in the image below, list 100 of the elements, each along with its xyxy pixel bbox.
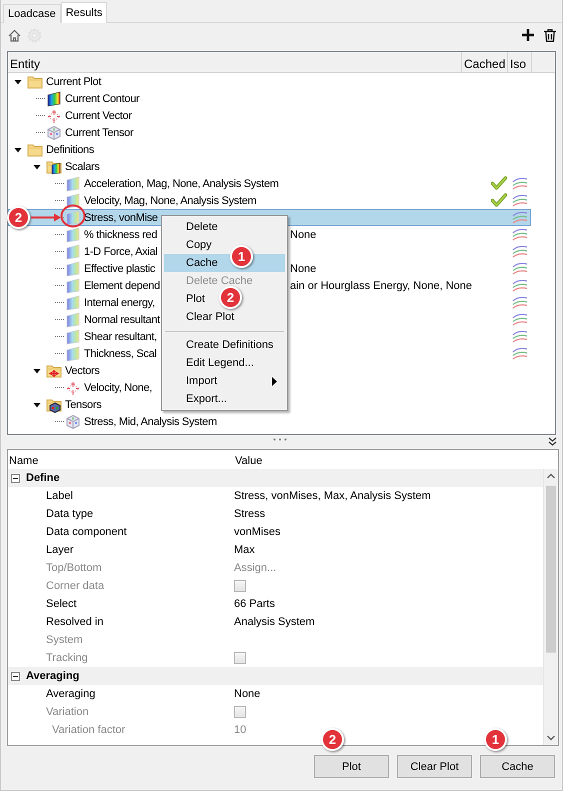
iso-lines-icon	[512, 211, 528, 224]
highlight-ring	[60, 204, 86, 228]
action-button[interactable]: Plot	[314, 755, 389, 778]
tree-item[interactable]: Acceleration, Mag, None, Analysis System	[84, 178, 279, 190]
iso-lines-icon	[512, 262, 528, 275]
property-name: Variation factor	[51, 724, 126, 736]
property-value[interactable]: Stress, vonMises, Max, Analysis System	[234, 490, 431, 502]
group-title: Averaging	[26, 670, 80, 682]
tree-item[interactable]: Stress, vonMise	[84, 212, 158, 224]
contour-icon	[46, 90, 62, 106]
tree-item[interactable]: Effective plastic	[84, 262, 156, 274]
property-value[interactable]: 66 Parts	[234, 598, 275, 610]
submenu-arrow-icon	[272, 377, 277, 386]
menu-item[interactable]: Cache	[186, 257, 218, 269]
column-header[interactable]: Cached	[462, 52, 508, 72]
menu-item[interactable]: Delete	[186, 221, 218, 233]
gradient-icon	[65, 244, 81, 260]
column-header[interactable]: Value	[235, 454, 262, 466]
tree-item[interactable]: Velocity, Mag, None, Analysis System	[84, 194, 256, 206]
add-icon[interactable]	[522, 29, 534, 41]
column-header[interactable]: Name	[8, 454, 235, 466]
gradient-icon	[65, 312, 81, 328]
tree-item[interactable]: 1-D Force, Axial	[84, 246, 158, 258]
action-button[interactable]: Cache	[480, 755, 555, 778]
tree-item[interactable]: Stress, Mid, Analysis System	[84, 416, 217, 428]
iso-lines-icon	[512, 177, 528, 190]
menu-item[interactable]: Clear Plot	[186, 311, 234, 323]
tree-item-text: ain or Hourglass Energy, None, None	[290, 280, 472, 292]
folder-icon	[27, 142, 43, 158]
tree-item[interactable]: Shear resultant,	[84, 330, 157, 342]
property-value[interactable]: Max	[234, 544, 255, 556]
property-name: Data component	[45, 526, 128, 538]
collapse-icon[interactable]	[11, 474, 20, 482]
trash-icon[interactable]	[544, 28, 556, 42]
tree-item[interactable]: Current Tensor	[65, 126, 134, 138]
splitter-grip-icon[interactable]	[273, 438, 287, 441]
iso-lines-icon	[512, 347, 528, 360]
vector-icon	[65, 380, 81, 396]
tree-item[interactable]: Scalars	[65, 160, 100, 172]
double-chevron-down-icon[interactable]	[548, 437, 557, 446]
property-value[interactable]: None	[234, 688, 260, 700]
tree-item[interactable]: Current Contour	[65, 92, 140, 104]
menu-item[interactable]: Export...	[186, 393, 227, 405]
tree-item[interactable]: Tensors	[65, 398, 102, 410]
iso-lines-icon	[512, 296, 528, 309]
tree-item-text: None	[290, 262, 316, 274]
action-button[interactable]: Clear Plot	[397, 755, 472, 778]
property-name: Corner data	[45, 580, 106, 592]
scrollbar[interactable]	[543, 469, 558, 745]
iso-lines-icon	[512, 330, 528, 343]
iso-lines-icon	[512, 228, 528, 241]
gradient-icon	[65, 294, 81, 310]
property-name: Averaging	[45, 688, 96, 700]
tree-item[interactable]: Internal energy,	[84, 296, 155, 308]
tree-item[interactable]: Thickness, Scal	[84, 348, 157, 360]
gradient-icon	[65, 176, 81, 192]
column-header[interactable]: Entity	[8, 52, 462, 72]
tree-item-text: None	[290, 228, 316, 240]
folder-icon	[46, 396, 62, 412]
vector-icon	[46, 108, 62, 124]
cube-icon	[46, 124, 62, 140]
tree-item[interactable]: Definitions	[46, 144, 94, 156]
iso-lines-icon	[512, 279, 528, 292]
menu-item[interactable]: Create Definitions	[186, 339, 274, 351]
tree-item[interactable]: Velocity, None,	[84, 382, 152, 394]
iso-lines-icon	[512, 194, 528, 207]
gradient-icon	[65, 260, 81, 276]
tree-item[interactable]: Normal resultant	[84, 314, 160, 326]
gradient-icon	[65, 210, 81, 226]
tree-item[interactable]: % thickness red	[84, 228, 158, 240]
gradient-icon	[65, 346, 81, 362]
folder-icon	[46, 362, 62, 378]
tree-item[interactable]: Element depend	[84, 280, 160, 292]
menu-item[interactable]: Edit Legend...	[186, 357, 254, 369]
property-name: Resolved in	[45, 616, 104, 628]
property-name: Top/Bottom	[45, 562, 103, 574]
folder-icon	[27, 74, 43, 90]
menu-item[interactable]: Plot	[186, 293, 205, 305]
property-value[interactable]: Stress	[234, 508, 266, 520]
gradient-icon	[65, 328, 81, 344]
menu-item[interactable]: Copy	[186, 239, 212, 251]
home-icon[interactable]	[8, 28, 21, 42]
tree-item[interactable]: Current Plot	[46, 76, 102, 88]
group-title: Define	[26, 472, 60, 484]
property-name: System	[45, 634, 84, 646]
tab[interactable]: Results	[60, 2, 108, 23]
column-header[interactable]: Iso	[508, 52, 532, 72]
property-name: Label	[45, 490, 74, 502]
iso-lines-icon	[512, 313, 528, 326]
gradient-icon	[65, 278, 81, 294]
collapse-icon[interactable]	[11, 672, 20, 680]
property-value[interactable]: vonMises	[234, 526, 280, 538]
property-name: Data type	[45, 508, 94, 520]
tab[interactable]: Loadcase	[3, 4, 61, 23]
menu-item[interactable]: Import	[186, 375, 218, 387]
tree-item[interactable]: Current Vector	[65, 110, 132, 122]
callout-arrow	[31, 213, 61, 222]
cube-icon	[65, 414, 81, 430]
property-value[interactable]: Analysis System	[234, 616, 315, 628]
tree-item[interactable]: Vectors	[65, 364, 100, 376]
